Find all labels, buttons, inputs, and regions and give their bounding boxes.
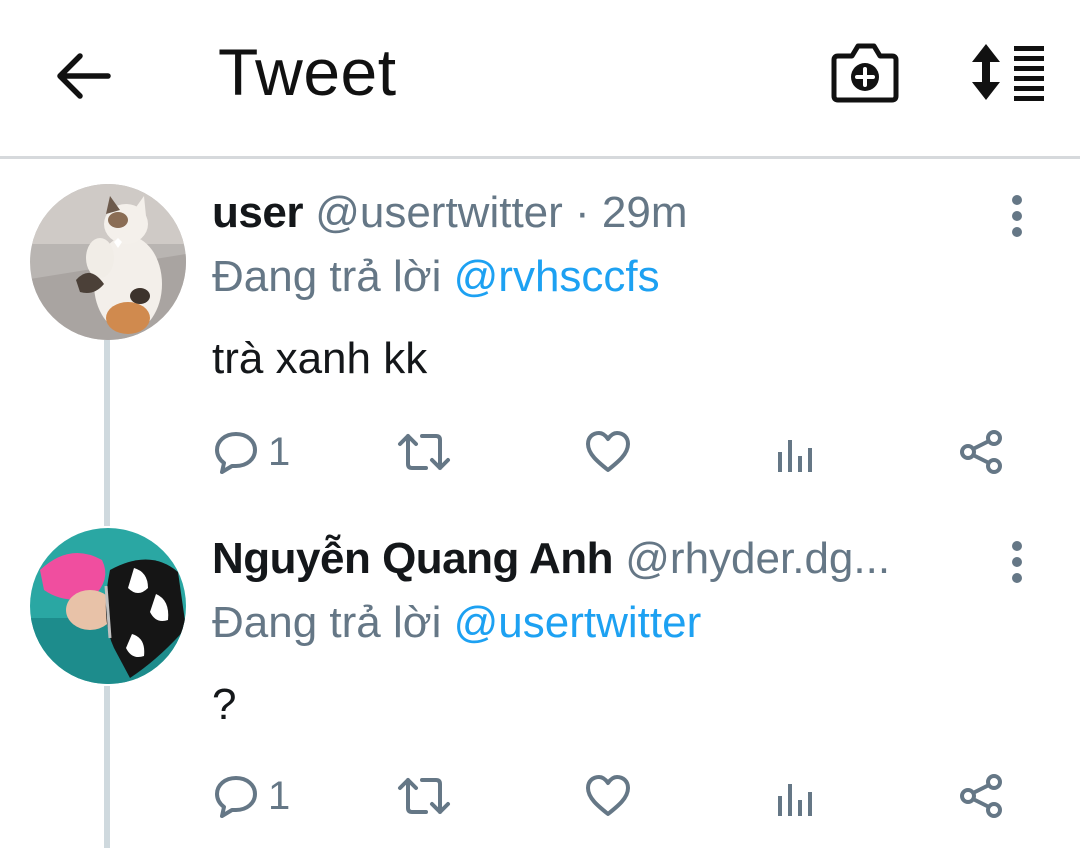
- reply-button[interactable]: 1: [212, 428, 290, 476]
- tweet-header: Nguyễn Quang Anh @rhyder.dg...: [212, 534, 890, 584]
- analytics-button[interactable]: [774, 432, 818, 476]
- back-button[interactable]: [52, 46, 116, 106]
- analytics-icon: [778, 440, 812, 472]
- more-options-button[interactable]: [1000, 538, 1034, 588]
- tweet-text: trà xanh kk: [212, 334, 428, 383]
- like-button[interactable]: [584, 428, 632, 476]
- replying-to: Đang trả lời @rvhsccfs: [212, 252, 660, 302]
- reply-button[interactable]: 1: [212, 772, 290, 820]
- share-icon: [960, 430, 1002, 474]
- page-title: Tweet: [218, 35, 397, 109]
- share-icon: [960, 774, 1002, 818]
- timestamp[interactable]: 29m: [602, 188, 688, 237]
- analytics-button[interactable]: [774, 776, 818, 820]
- cat-avatar: [30, 184, 186, 340]
- camera-button[interactable]: [830, 38, 900, 106]
- more-vertical-icon: [1012, 541, 1022, 583]
- top-app-bar: Tweet: [0, 0, 1080, 159]
- thread-line: [104, 686, 110, 848]
- user-handle[interactable]: @rhyder.dg...: [625, 534, 890, 583]
- reply-icon: [215, 432, 257, 474]
- tweet-text: ?: [212, 680, 237, 729]
- replying-to-label: Đang trả lời: [212, 598, 454, 647]
- separator: ·: [562, 188, 602, 237]
- mention-link[interactable]: @rvhsccfs: [454, 252, 660, 301]
- display-name[interactable]: user: [212, 188, 303, 237]
- replying-to: Đang trả lời @usertwitter: [212, 598, 701, 648]
- share-button[interactable]: [958, 428, 1006, 476]
- arrow-left-icon: [57, 53, 111, 99]
- reply-icon: [215, 776, 257, 818]
- thread-line: [104, 340, 110, 526]
- mention-link[interactable]: @usertwitter: [454, 598, 702, 647]
- reply-count: 1: [268, 429, 291, 474]
- replying-to-label: Đang trả lời: [212, 252, 454, 301]
- retweet-button[interactable]: [396, 428, 452, 476]
- analytics-icon: [778, 784, 812, 816]
- retweet-icon: [398, 434, 450, 470]
- camera-plus-icon: [831, 43, 899, 103]
- user-handle[interactable]: @usertwitter: [315, 188, 563, 237]
- retweet-icon: [398, 778, 450, 814]
- share-button[interactable]: [958, 772, 1006, 820]
- more-options-button[interactable]: [1000, 192, 1034, 242]
- like-button[interactable]: [584, 772, 632, 820]
- more-vertical-icon: [1012, 195, 1022, 237]
- avatar[interactable]: [30, 184, 186, 340]
- sort-list-icon: [972, 44, 1044, 101]
- display-name[interactable]: Nguyễn Quang Anh: [212, 534, 614, 583]
- heart-icon: [586, 775, 630, 816]
- heart-icon: [586, 431, 630, 472]
- sort-button[interactable]: [968, 42, 1050, 102]
- person-avatar: [30, 528, 186, 684]
- retweet-button[interactable]: [396, 772, 452, 820]
- avatar[interactable]: [30, 528, 186, 684]
- reply-count: 1: [268, 773, 291, 818]
- tweet-header: user @usertwitter · 29m: [212, 188, 688, 238]
